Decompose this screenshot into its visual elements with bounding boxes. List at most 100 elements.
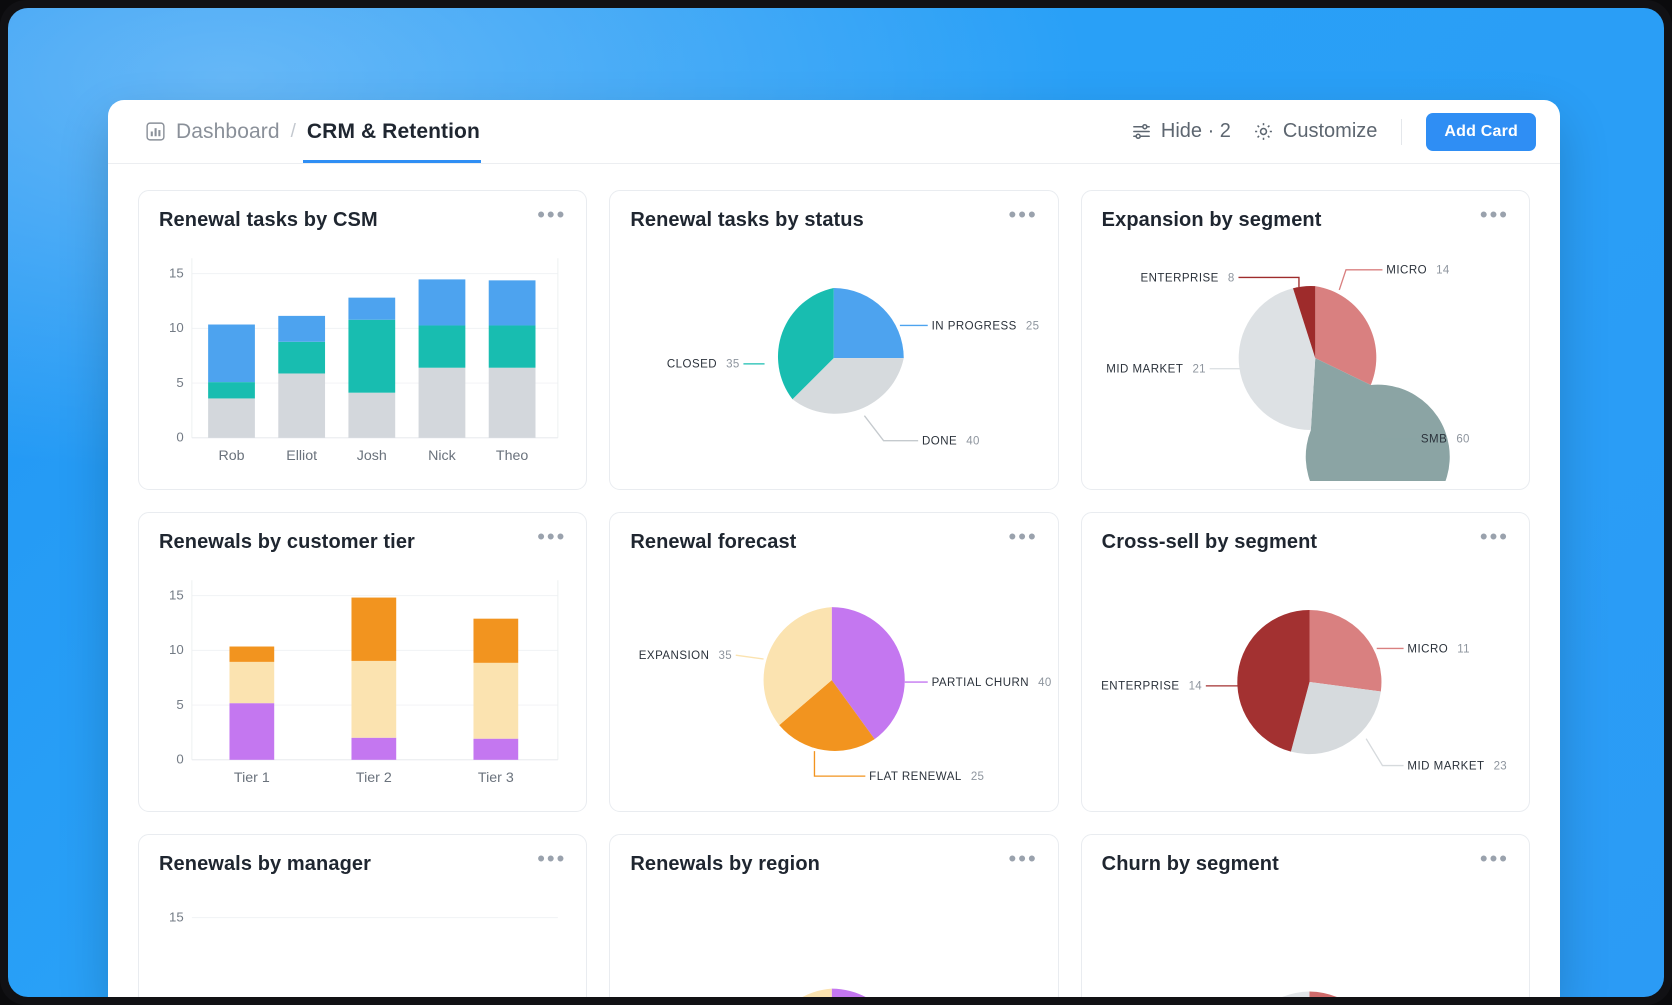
bar-segment[interactable] xyxy=(208,382,255,398)
bar-segment[interactable] xyxy=(419,279,466,325)
dashboard-board: Renewal tasks by CSM ••• xyxy=(108,164,1560,997)
card-header: Churn by segment ••• xyxy=(1102,853,1509,876)
bar-segment[interactable] xyxy=(473,619,518,663)
bar-segment[interactable] xyxy=(351,661,396,738)
card-menu-icon[interactable]: ••• xyxy=(537,209,566,221)
sliders-icon xyxy=(1131,121,1152,142)
pie-chart: MICRO 11 MID MARKET 23 ENTERPRISE xyxy=(1082,563,1529,803)
card-header: Renewal tasks by CSM ••• xyxy=(159,209,566,232)
chart-area xyxy=(1082,885,1529,997)
bar-segment[interactable] xyxy=(348,320,395,393)
x-tick-label: Josh xyxy=(357,447,387,463)
pie-slices xyxy=(764,607,905,751)
breadcrumb-root[interactable]: Dashboard xyxy=(176,120,280,144)
bar-segment[interactable] xyxy=(229,647,274,662)
customize-button[interactable]: Customize xyxy=(1253,120,1377,143)
pie-slice-partial-churn[interactable] xyxy=(832,989,905,997)
bar-segment[interactable] xyxy=(473,739,518,760)
card-renewals-by-customer-tier[interactable]: Renewals by customer tier ••• xyxy=(138,512,587,812)
card-renewals-by-manager[interactable]: Renewals by manager ••• 15 xyxy=(138,834,587,997)
card-renewal-tasks-by-csm[interactable]: Renewal tasks by CSM ••• xyxy=(138,190,587,490)
card-menu-icon[interactable]: ••• xyxy=(1009,853,1038,865)
card-menu-icon[interactable]: ••• xyxy=(537,531,566,543)
callout-line xyxy=(1366,739,1403,766)
card-churn-by-segment[interactable]: Churn by segment ••• xyxy=(1081,834,1530,997)
callout-line xyxy=(815,751,866,776)
customize-label: Customize xyxy=(1283,120,1377,143)
card-menu-icon[interactable]: ••• xyxy=(1480,853,1509,865)
x-tick-label: Nick xyxy=(428,447,456,463)
pie-slices xyxy=(1238,286,1449,481)
chart-area: 0 5 10 15 xyxy=(139,563,586,803)
callout-line xyxy=(1238,277,1298,287)
card-menu-icon[interactable]: ••• xyxy=(537,853,566,865)
x-tick-label: Tier 1 xyxy=(234,769,270,785)
pie-label-flat-renewal: FLAT RENEWAL 25 xyxy=(870,767,985,784)
bar-segment[interactable] xyxy=(351,598,396,661)
bar-segment[interactable] xyxy=(348,298,395,320)
card-title: Churn by segment xyxy=(1102,853,1279,876)
add-card-button[interactable]: Add Card xyxy=(1426,113,1536,151)
card-header: Renewals by region ••• xyxy=(630,853,1037,876)
pie-label-micro: MICRO 14 xyxy=(1386,261,1450,278)
breadcrumb-separator: / xyxy=(291,121,296,143)
pie-slices xyxy=(1237,610,1381,754)
callout-line xyxy=(1339,270,1382,290)
card-menu-icon[interactable]: ••• xyxy=(1480,209,1509,221)
card-title: Renewal forecast xyxy=(630,531,796,554)
bar-segment[interactable] xyxy=(473,663,518,739)
bar-segment[interactable] xyxy=(278,373,325,437)
card-renewal-tasks-by-status[interactable]: Renewal tasks by status ••• xyxy=(609,190,1058,490)
pie-label-micro: MICRO 11 xyxy=(1407,639,1469,656)
bar-segment[interactable] xyxy=(229,703,274,760)
y-tick-10: 10 xyxy=(169,321,184,336)
pie-slice-micro[interactable] xyxy=(1309,992,1381,997)
chart-area: PARTIAL CHURN 40 FLAT RENEWAL 25 EXPANSI… xyxy=(610,563,1057,803)
bar-segment[interactable] xyxy=(489,368,536,438)
card-title: Renewal tasks by CSM xyxy=(159,209,378,232)
x-tick-label: Tier 2 xyxy=(356,769,392,785)
bar-chart: 15 xyxy=(139,885,586,997)
hide-label: Hide · 2 xyxy=(1161,120,1231,143)
card-menu-icon[interactable]: ••• xyxy=(1009,209,1038,221)
card-menu-icon[interactable]: ••• xyxy=(1480,531,1509,543)
bar-segment[interactable] xyxy=(348,393,395,438)
card-cross-sell-by-segment[interactable]: Cross-sell by segment ••• xyxy=(1081,512,1530,812)
card-menu-icon[interactable]: ••• xyxy=(1009,531,1038,543)
pie-slices xyxy=(778,288,904,414)
card-title: Renewal tasks by status xyxy=(630,209,864,232)
y-tick-15: 15 xyxy=(169,910,184,925)
x-tick-label: Tier 3 xyxy=(478,769,514,785)
bar-segment[interactable] xyxy=(419,368,466,438)
bar-segment[interactable] xyxy=(278,342,325,374)
y-tick-15: 15 xyxy=(169,266,184,281)
card-title: Renewals by region xyxy=(630,853,820,876)
pie-slice-micro[interactable] xyxy=(1309,610,1381,691)
pie-chart xyxy=(610,885,1057,997)
bar-chart: 0 5 10 15 xyxy=(139,241,586,481)
card-renewals-by-region[interactable]: Renewals by region ••• xyxy=(609,834,1058,997)
pie-slice-in-progress[interactable] xyxy=(834,288,904,358)
bar-segment[interactable] xyxy=(208,398,255,437)
bar-segment[interactable] xyxy=(489,325,536,367)
hide-button[interactable]: Hide · 2 xyxy=(1131,120,1231,143)
bar-segment[interactable] xyxy=(489,280,536,325)
chart-area: MICRO 11 MID MARKET 23 ENTERPRISE xyxy=(1082,563,1529,803)
pie-slice-mid-market[interactable] xyxy=(1237,992,1309,997)
card-title: Cross-sell by segment xyxy=(1102,531,1318,554)
pie-label-mid-market: MID MARKET 23 xyxy=(1407,756,1507,773)
card-expansion-by-segment[interactable]: Expansion by segment ••• xyxy=(1081,190,1530,490)
bar-segment[interactable] xyxy=(208,325,255,383)
header-divider xyxy=(1401,119,1402,145)
x-tick-label: Rob xyxy=(218,447,244,463)
pie-slice-expansion[interactable] xyxy=(764,989,832,997)
y-tick-0: 0 xyxy=(176,752,183,767)
breadcrumb-current[interactable]: CRM & Retention xyxy=(307,100,480,164)
bar-segment[interactable] xyxy=(278,316,325,342)
bar-segment[interactable] xyxy=(351,738,396,760)
bar-segment[interactable] xyxy=(419,325,466,367)
pie-slice-smb[interactable] xyxy=(1305,358,1449,481)
bar-segment[interactable] xyxy=(229,662,274,703)
card-header: Renewals by customer tier ••• xyxy=(159,531,566,554)
card-renewal-forecast[interactable]: Renewal forecast ••• xyxy=(609,512,1058,812)
